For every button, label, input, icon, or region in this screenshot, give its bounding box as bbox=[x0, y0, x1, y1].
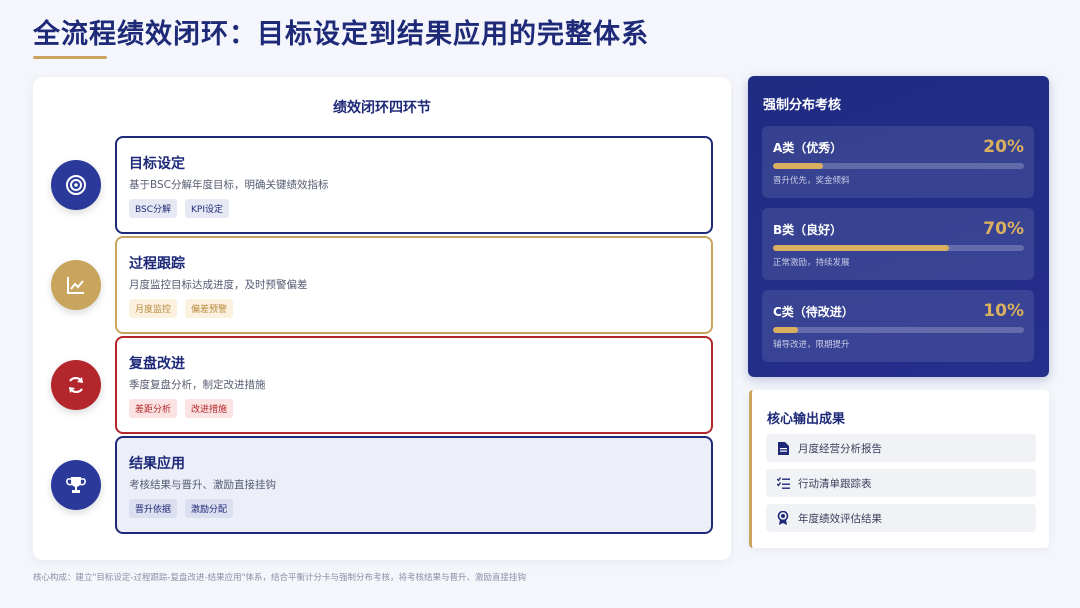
step-icon-result bbox=[51, 460, 101, 510]
output-item-label: 月度经营分析报告 bbox=[798, 442, 882, 455]
step-icon-tracking bbox=[51, 260, 101, 310]
step-card-process-tracking[interactable]: 过程跟踪 月度监控目标达成进度，及时预警偏差 月度监控 偏差预警 bbox=[115, 236, 713, 334]
grade-note: 晋升优先，奖金倾斜 bbox=[773, 176, 850, 186]
tag: 差距分析 bbox=[129, 399, 178, 418]
grade-name: B类（良好） bbox=[773, 222, 843, 237]
grade-bar-fill bbox=[773, 245, 949, 251]
output-item-monthly-report[interactable]: 月度经营分析报告 bbox=[766, 434, 1036, 462]
step-icon-goal bbox=[51, 160, 101, 210]
output-item-label: 行动清单跟踪表 bbox=[798, 477, 872, 490]
chart-line-icon bbox=[67, 277, 84, 294]
step-card-goal-setting[interactable]: 目标设定 基于BSC分解年度目标，明确关键绩效指标 BSC分解 KPI设定 bbox=[115, 136, 713, 234]
tag: 改进措施 bbox=[185, 399, 234, 418]
step-tags: 月度监控 偏差预警 bbox=[129, 299, 711, 318]
step-description: 基于BSC分解年度目标，明确关键绩效指标 bbox=[129, 179, 329, 191]
output-item-annual-evaluation[interactable]: 年度绩效评估结果 bbox=[766, 504, 1036, 532]
checklist-icon bbox=[776, 476, 790, 490]
loop-panel: 绩效闭环四环节 目标设定 基于BSC分解年度目标，明确关键绩效指标 BSC分解 … bbox=[33, 77, 731, 560]
step-heading: 复盘改进 bbox=[129, 356, 185, 372]
grade-percent: 20% bbox=[983, 137, 1024, 157]
grade-box-c: C类（待改进） 10% 辅导改进，限期提升 bbox=[762, 290, 1034, 362]
document-icon bbox=[776, 441, 790, 455]
tag: 偏差预警 bbox=[185, 299, 234, 318]
grade-name: A类（优秀） bbox=[773, 140, 843, 155]
step-heading: 过程跟踪 bbox=[129, 256, 185, 272]
distribution-title: 强制分布考核 bbox=[763, 98, 842, 113]
grade-bar-track bbox=[773, 245, 1024, 251]
tag: 激励分配 bbox=[185, 499, 234, 518]
refresh-icon bbox=[69, 376, 83, 394]
step-heading: 结果应用 bbox=[129, 456, 185, 472]
step-description: 季度复盘分析，制定改进措施 bbox=[129, 379, 266, 391]
footnote: 核心构成：建立"目标设定-过程跟踪-复盘改进-结果应用"体系，结合平衡计分卡与强… bbox=[33, 573, 527, 583]
grade-note: 正常激励，持续发展 bbox=[773, 258, 850, 268]
step-heading: 目标设定 bbox=[129, 156, 185, 172]
outputs-title: 核心输出成果 bbox=[767, 412, 846, 427]
tag: 晋升依据 bbox=[129, 499, 178, 518]
tag: 月度监控 bbox=[129, 299, 178, 318]
step-icon-review bbox=[51, 360, 101, 410]
step-card-result-application[interactable]: 结果应用 考核结果与晋升、激励直接挂钩 晋升依据 激励分配 bbox=[115, 436, 713, 534]
grade-box-b: B类（良好） 70% 正常激励，持续发展 bbox=[762, 208, 1034, 280]
grade-note: 辅导改进，限期提升 bbox=[773, 340, 850, 350]
title-underline bbox=[33, 56, 107, 59]
distribution-panel: 强制分布考核 A类（优秀） 20% 晋升优先，奖金倾斜 B类（良好） 70% 正… bbox=[748, 76, 1049, 377]
step-tags: BSC分解 KPI设定 bbox=[129, 199, 711, 218]
grade-bar-fill bbox=[773, 327, 799, 333]
grade-name: C类（待改进） bbox=[773, 304, 854, 319]
grade-percent: 70% bbox=[983, 219, 1024, 239]
loop-panel-title: 绩效闭环四环节 bbox=[333, 100, 431, 116]
grade-bar-track bbox=[773, 327, 1024, 333]
output-item-label: 年度绩效评估结果 bbox=[798, 512, 882, 525]
step-tags: 差距分析 改进措施 bbox=[129, 399, 711, 418]
grade-box-a: A类（优秀） 20% 晋升优先，奖金倾斜 bbox=[762, 126, 1034, 198]
step-card-review-improve[interactable]: 复盘改进 季度复盘分析，制定改进措施 差距分析 改进措施 bbox=[115, 336, 713, 434]
target-icon bbox=[66, 175, 86, 195]
trophy-icon bbox=[66, 477, 86, 493]
step-description: 考核结果与晋升、激励直接挂钩 bbox=[129, 479, 276, 491]
step-description: 月度监控目标达成进度，及时预警偏差 bbox=[129, 279, 308, 291]
tag: BSC分解 bbox=[129, 199, 178, 218]
page-title: 全流程绩效闭环：目标设定到结果应用的完整体系 bbox=[33, 19, 649, 50]
grade-percent: 10% bbox=[983, 301, 1024, 321]
step-tags: 晋升依据 激励分配 bbox=[129, 499, 711, 518]
outputs-panel: 核心输出成果 月度经营分析报告 行动清单跟踪表 年度绩效评估结果 bbox=[749, 390, 1049, 548]
output-item-action-tracker[interactable]: 行动清单跟踪表 bbox=[766, 469, 1036, 497]
tag: KPI设定 bbox=[185, 199, 229, 218]
grade-bar-fill bbox=[773, 163, 824, 169]
grade-bar-track bbox=[773, 163, 1024, 169]
award-icon bbox=[776, 511, 790, 525]
